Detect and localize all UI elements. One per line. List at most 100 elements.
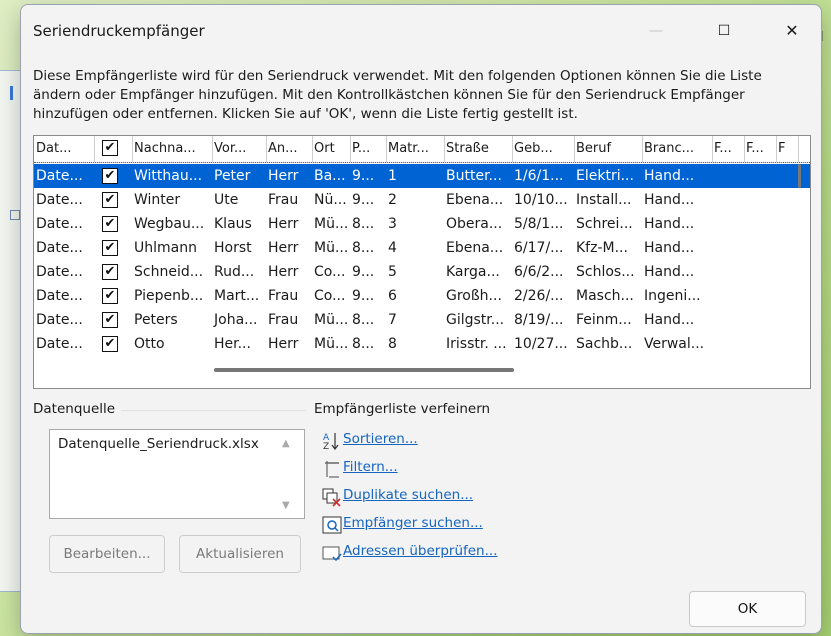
column-header[interactable]: Dat... [34, 136, 95, 162]
table-cell[interactable]: Obera... [444, 212, 512, 236]
table-cell[interactable]: 8... [350, 332, 386, 356]
table-cell[interactable]: Schneid... [132, 260, 212, 284]
column-header[interactable]: Nachna... [132, 136, 213, 162]
checkbox-icon[interactable]: ✔ [102, 192, 118, 208]
table-cell[interactable]: Gilgstr... [444, 308, 512, 332]
table-cell[interactable]: Install... [574, 188, 642, 212]
table-cell[interactable]: Date... [34, 308, 94, 332]
find-recipient-link-text[interactable]: Empfänger suchen... [343, 515, 483, 531]
table-cell[interactable]: Karga... [444, 260, 512, 284]
table-cell[interactable]: Peters [132, 308, 212, 332]
table-cell[interactable]: 9... [350, 284, 386, 308]
table-cell[interactable]: 6/17/... [512, 236, 574, 260]
table-cell[interactable]: Hand... [642, 308, 712, 332]
table-row[interactable]: Date... ✔ Witthau... Peter Herr Ba... 9... 1 But… [34, 164, 810, 188]
table-cell[interactable]: 6 [386, 284, 444, 308]
table-cell[interactable]: Elektri... [574, 164, 642, 188]
table-cell[interactable]: 10/10... [512, 188, 574, 212]
checkbox-icon[interactable]: ✔ [102, 264, 118, 280]
table-cell[interactable]: 1 [386, 164, 444, 188]
maximize-button[interactable]: ☐ [701, 13, 747, 49]
table-cell[interactable]: Wegbau... [132, 212, 212, 236]
table-cell[interactable]: Rud... [212, 260, 266, 284]
table-cell[interactable]: Her... [212, 332, 266, 356]
table-cell[interactable]: Ba... [312, 164, 350, 188]
table-cell[interactable]: 1/6/1... [512, 164, 574, 188]
table-cell[interactable]: Mü... [312, 212, 350, 236]
column-header[interactable]: Branc... [642, 136, 713, 162]
close-button[interactable]: ✕ [769, 13, 815, 49]
table-cell[interactable]: Masch... [574, 284, 642, 308]
table-row[interactable]: Date... ✔ Uhlmann Horst Herr Mü... 8... 4 Ebena.… [34, 236, 810, 260]
row-checkbox-cell[interactable]: ✔ [94, 164, 132, 188]
table-cell[interactable]: Hand... [642, 212, 712, 236]
table-cell[interactable]: Hand... [642, 260, 712, 284]
table-cell[interactable]: Frau [266, 284, 312, 308]
table-cell[interactable]: Hand... [642, 164, 712, 188]
table-cell[interactable]: Date... [34, 188, 94, 212]
row-checkbox-cell[interactable]: ✔ [94, 332, 132, 356]
table-cell[interactable]: Peter [212, 164, 266, 188]
table-cell[interactable]: Mü... [312, 332, 350, 356]
table-cell[interactable]: Frau [266, 188, 312, 212]
table-cell[interactable]: 9... [350, 164, 386, 188]
row-checkbox-cell[interactable]: ✔ [94, 236, 132, 260]
table-cell[interactable]: Horst [212, 236, 266, 260]
validate-addresses-link-text[interactable]: Adressen überprüfen... [343, 543, 498, 559]
table-cell[interactable]: Piepenb... [132, 284, 212, 308]
table-cell[interactable]: Ute [212, 188, 266, 212]
table-cell[interactable]: Date... [34, 212, 94, 236]
table-cell[interactable]: Herr [266, 212, 312, 236]
table-cell[interactable]: Mart... [212, 284, 266, 308]
column-header[interactable]: F [776, 136, 799, 162]
row-checkbox-cell[interactable]: ✔ [94, 188, 132, 212]
edit-button[interactable]: Bearbeiten... [49, 535, 165, 573]
table-cell[interactable]: 8/19/... [512, 308, 574, 332]
vertical-scrollbar[interactable] [798, 164, 801, 188]
table-cell[interactable]: Ebena... [444, 236, 512, 260]
column-header[interactable]: Matr... [386, 136, 445, 162]
table-cell[interactable]: Date... [34, 260, 94, 284]
checkbox-icon[interactable]: ✔ [102, 140, 118, 156]
table-cell[interactable]: Ingeni... [642, 284, 712, 308]
column-header[interactable]: Vor... [212, 136, 267, 162]
table-cell[interactable]: 9... [350, 260, 386, 284]
table-cell[interactable]: 7 [386, 308, 444, 332]
table-cell[interactable]: Schrei... [574, 212, 642, 236]
scroll-down-icon[interactable]: ▼ [282, 500, 290, 511]
table-row[interactable]: Date... ✔ Otto Her... Herr Mü... 8... 8 Irisstr.… [34, 332, 810, 356]
column-header[interactable]: Geb... [512, 136, 575, 162]
table-cell[interactable]: 8... [350, 308, 386, 332]
table-cell[interactable]: 2/26/... [512, 284, 574, 308]
table-cell[interactable]: Uhlmann [132, 236, 212, 260]
table-cell[interactable]: Date... [34, 164, 94, 188]
table-cell[interactable]: Ebena... [444, 188, 512, 212]
table-row[interactable]: Date... ✔ Peters Joha... Frau Mü... 8... 7 Gilgs… [34, 308, 810, 332]
table-cell[interactable]: 6/6/2... [512, 260, 574, 284]
datasource-item[interactable]: Datenquelle_Seriendruck.xlsx [58, 436, 259, 452]
table-cell[interactable]: Frau [266, 308, 312, 332]
column-header[interactable]: F... [744, 136, 777, 162]
checkbox-icon[interactable]: ✔ [102, 312, 118, 328]
column-header[interactable]: Straße [444, 136, 513, 162]
table-cell[interactable]: Herr [266, 260, 312, 284]
table-cell[interactable]: Großh... [444, 284, 512, 308]
table-cell[interactable]: Klaus [212, 212, 266, 236]
refresh-button[interactable]: Aktualisieren [179, 535, 301, 573]
table-cell[interactable]: Winter [132, 188, 212, 212]
table-cell[interactable]: Date... [34, 236, 94, 260]
find-duplicates-link-text[interactable]: Duplikate suchen... [343, 487, 473, 503]
checkbox-icon[interactable]: ✔ [102, 240, 118, 256]
table-cell[interactable]: 3 [386, 212, 444, 236]
row-checkbox-cell[interactable]: ✔ [94, 308, 132, 332]
column-header[interactable]: F... [712, 136, 745, 162]
column-header[interactable]: Beruf [574, 136, 643, 162]
table-cell[interactable]: Date... [34, 284, 94, 308]
table-cell[interactable]: 5 [386, 260, 444, 284]
table-cell[interactable]: Hand... [642, 188, 712, 212]
table-cell[interactable]: Witthau... [132, 164, 212, 188]
table-cell[interactable]: 2 [386, 188, 444, 212]
column-header-checkbox[interactable]: ✔ [94, 136, 133, 162]
row-checkbox-cell[interactable]: ✔ [94, 284, 132, 308]
table-cell[interactable]: Butter... [444, 164, 512, 188]
